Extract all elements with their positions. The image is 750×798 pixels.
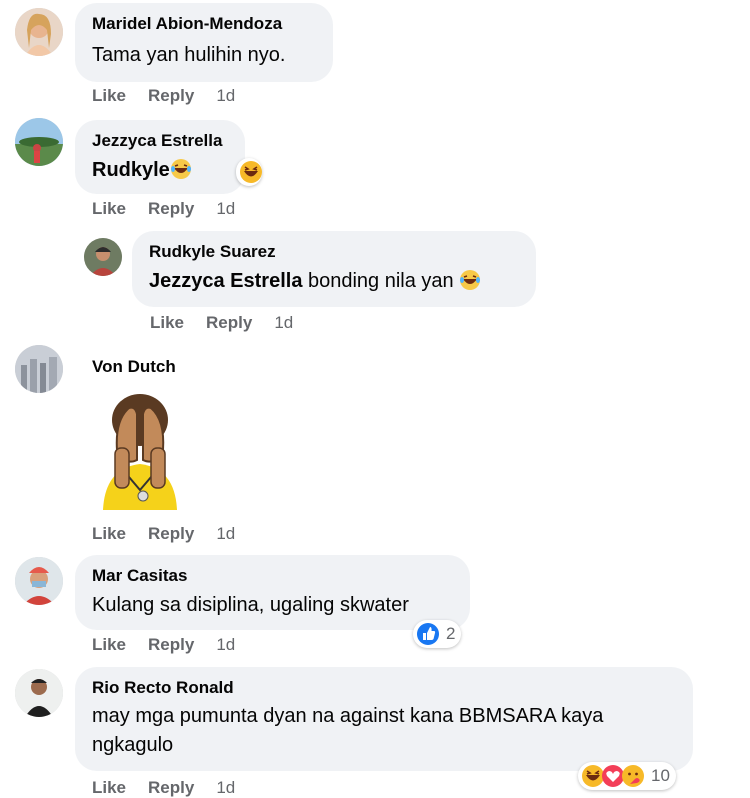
like-button[interactable]: Like — [92, 635, 126, 655]
laughing-emoji-icon — [459, 269, 481, 291]
comment-actions: Like Reply 1d — [92, 86, 235, 106]
haha-reaction-icon — [239, 160, 263, 184]
reaction-badge[interactable]: 10 — [578, 762, 676, 790]
comment-author[interactable]: Rudkyle Suarez — [149, 241, 518, 263]
comment-author[interactable]: Rio Recto Ronald — [92, 677, 675, 699]
comment-text: Tama yan hulihin nyo. — [92, 44, 286, 66]
mention-link[interactable]: Rudkyle — [92, 159, 170, 181]
like-button[interactable]: Like — [150, 313, 184, 333]
avatar[interactable] — [15, 557, 63, 605]
reply-button[interactable]: Reply — [148, 635, 194, 655]
comment-bubble: Rio Recto Ronald may mga pumunta dyan na… — [75, 667, 693, 771]
comment-time[interactable]: 1d — [216, 199, 235, 219]
like-button[interactable]: Like — [92, 86, 126, 106]
avatar[interactable] — [15, 669, 63, 717]
comment-bubble: Jezzyca Estrella Rudkyle — [75, 120, 245, 194]
comment-actions: Like Reply 1d — [92, 199, 235, 219]
reply-button[interactable]: Reply — [148, 199, 194, 219]
comment-time[interactable]: 1d — [274, 313, 293, 333]
care-reaction-icon — [621, 764, 645, 788]
comment-text: Kulang sa disiplina, ugaling skwater — [92, 594, 409, 616]
comment-time[interactable]: 1d — [216, 524, 235, 544]
comment-time[interactable]: 1d — [216, 635, 235, 655]
avatar[interactable] — [15, 8, 63, 56]
comment-bubble: Maridel Abion-Mendoza Tama yan hulihin n… — [75, 3, 333, 82]
comment-time[interactable]: 1d — [216, 86, 235, 106]
like-reaction-icon — [416, 622, 440, 646]
comment-bubble: Rudkyle Suarez Jezzyca Estrella bonding … — [132, 231, 536, 307]
like-button[interactable]: Like — [92, 199, 126, 219]
comment-text-line: ngkagulo — [92, 734, 174, 756]
comment-author[interactable]: Maridel Abion-Mendoza — [92, 13, 315, 35]
like-button[interactable]: Like — [92, 524, 126, 544]
reply-button[interactable]: Reply — [206, 313, 252, 333]
reaction-badge[interactable]: 2 — [413, 620, 462, 648]
comment-text-line: may mga pumunta dyan na against kana BBM… — [92, 705, 604, 727]
reaction-count: 10 — [651, 766, 670, 785]
reply-button[interactable]: Reply — [148, 86, 194, 106]
avatar[interactable] — [84, 238, 122, 276]
mention-link[interactable]: Jezzyca Estrella — [149, 270, 302, 292]
comment-actions: Like Reply 1d — [92, 778, 235, 798]
comment-actions: Like Reply 1d — [92, 635, 235, 655]
face-palm-sticker — [95, 390, 185, 510]
like-button[interactable]: Like — [92, 778, 126, 798]
reply-button[interactable]: Reply — [148, 524, 194, 544]
comment-actions: Like Reply 1d — [92, 524, 235, 544]
comment-bubble: Mar Casitas Kulang sa disiplina, ugaling… — [75, 555, 470, 630]
comment-actions: Like Reply 1d — [150, 313, 293, 333]
reaction-badge[interactable] — [236, 158, 262, 186]
comment-time[interactable]: 1d — [216, 778, 235, 798]
avatar[interactable] — [15, 118, 63, 166]
avatar[interactable] — [15, 345, 63, 393]
comment-author[interactable]: Mar Casitas — [92, 565, 452, 587]
comment-text: may mga pumunta dyan na against kana BBM… — [92, 702, 675, 760]
reaction-count: 2 — [446, 624, 456, 643]
comment-text: bonding nila yan — [302, 270, 460, 292]
reply-button[interactable]: Reply — [148, 778, 194, 798]
comment-author[interactable]: Jezzyca Estrella — [92, 130, 227, 152]
comment-author[interactable]: Von Dutch — [92, 356, 176, 378]
laughing-emoji-icon — [170, 158, 192, 180]
